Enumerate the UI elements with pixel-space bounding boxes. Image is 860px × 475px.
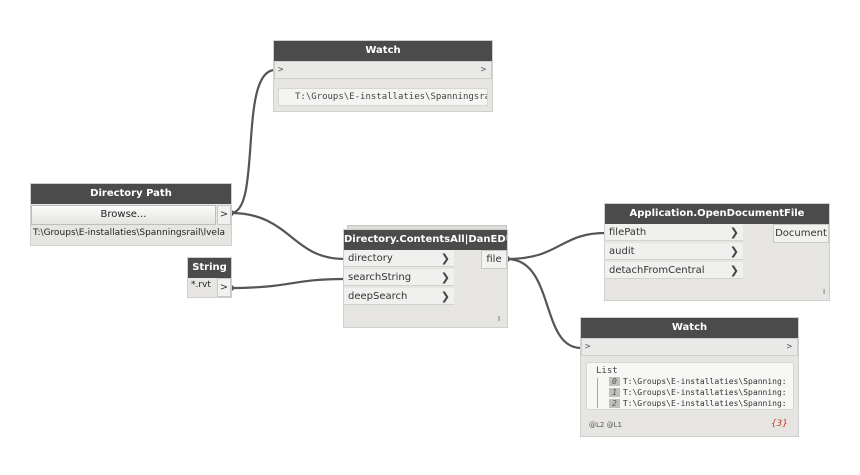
chevron-right-icon: ❯ xyxy=(729,245,739,258)
input-port-detachfromcentral[interactable]: detachFromCentral ❯ xyxy=(605,262,743,279)
chevron-right-icon: ❯ xyxy=(729,264,739,277)
node-title: Application.OpenDocumentFile xyxy=(605,204,829,224)
node-title: Watch xyxy=(581,318,798,338)
output-port-document[interactable]: Document xyxy=(773,224,829,243)
list-levels-indicator: @L2 @L1 xyxy=(589,421,622,429)
output-port[interactable]: > xyxy=(217,205,231,225)
list-value: T:\Groups\E-installaties\Spanning: xyxy=(622,377,787,386)
list-item: 0 T:\Groups\E-installaties\Spanning: xyxy=(609,377,787,386)
wire-file-to-filepath xyxy=(506,231,606,261)
wire-string-to-searchstring xyxy=(230,277,345,290)
chevron-right-icon: ❯ xyxy=(440,252,450,265)
list-item: 2 T:\Groups\E-installaties\Spanning: xyxy=(609,399,787,408)
port-label: detachFromCentral xyxy=(609,265,705,276)
output-port-file[interactable]: file xyxy=(481,250,507,269)
list-index: 1 xyxy=(609,388,620,397)
wire-path-to-directory xyxy=(230,211,345,261)
list-header: List xyxy=(596,366,618,376)
node-title: Watch xyxy=(274,41,492,61)
input-port-directory[interactable]: directory ❯ xyxy=(344,250,454,267)
chevron-right-icon: ❯ xyxy=(440,271,450,284)
wire-path-to-watch xyxy=(230,68,276,215)
directory-path-node[interactable]: Directory Path Browse... > T:\Groups\E-i… xyxy=(31,184,231,245)
watch-value-text: T:\Groups\E-installaties\Spanningsrail\ xyxy=(278,88,488,106)
watch-node-top[interactable]: Watch > > T:\Groups\E-installaties\Spann… xyxy=(274,41,492,111)
chevron-right-icon: ❯ xyxy=(729,226,739,239)
string-node[interactable]: String *.rvt > xyxy=(188,258,231,297)
watch-list-view[interactable]: List 0 T:\Groups\E-installaties\Spanning:… xyxy=(586,362,794,410)
input-port-arrow[interactable]: > xyxy=(585,342,590,352)
string-value-input[interactable]: *.rvt xyxy=(191,280,211,290)
input-port-filepath[interactable]: filePath ❯ xyxy=(605,224,743,241)
node-title: Directory.ContentsAll|DanEDU xyxy=(344,230,507,250)
port-label: deepSearch xyxy=(348,291,408,302)
browse-button[interactable]: Browse... xyxy=(31,205,216,225)
port-label: directory xyxy=(348,253,393,264)
list-index: 0 xyxy=(609,377,620,386)
list-item: 1 T:\Groups\E-installaties\Spanning: xyxy=(609,388,787,397)
watch-port-bar: > > xyxy=(581,338,798,356)
status-indicator: I xyxy=(498,315,501,323)
output-port-arrow[interactable]: > xyxy=(481,65,486,75)
output-port[interactable]: > xyxy=(217,278,231,297)
node-title: String xyxy=(188,258,231,278)
chevron-right-icon: ❯ xyxy=(440,290,450,303)
input-port-arrow[interactable]: > xyxy=(278,65,283,75)
list-value: T:\Groups\E-installaties\Spanning: xyxy=(622,399,787,408)
watch-port-bar: > > xyxy=(274,61,492,79)
status-indicator: I xyxy=(823,288,826,296)
list-count: {3} xyxy=(770,419,788,429)
path-value-text: T:\Groups\E-installaties\Spanningsrail\l… xyxy=(33,228,225,238)
watch-node-list[interactable]: Watch > > List 0 T:\Groups\E-installaties… xyxy=(581,318,798,436)
node-title: Directory Path xyxy=(31,184,231,204)
port-label: searchString xyxy=(348,272,412,283)
list-tree-line xyxy=(597,378,598,408)
port-label: filePath xyxy=(609,227,647,238)
output-port-arrow[interactable]: > xyxy=(787,342,792,352)
directory-contentsall-node[interactable]: Directory.ContentsAll|DanEDU directory ❯… xyxy=(344,230,507,327)
wire-file-to-watch-list xyxy=(506,257,582,350)
input-port-audit[interactable]: audit ❯ xyxy=(605,243,743,260)
input-port-searchstring[interactable]: searchString ❯ xyxy=(344,269,454,286)
port-label: audit xyxy=(609,246,635,257)
list-index: 2 xyxy=(609,399,620,408)
open-document-file-node[interactable]: Application.OpenDocumentFile filePath ❯ … xyxy=(605,204,829,300)
list-value: T:\Groups\E-installaties\Spanning: xyxy=(622,388,787,397)
input-port-deepsearch[interactable]: deepSearch ❯ xyxy=(344,288,454,305)
